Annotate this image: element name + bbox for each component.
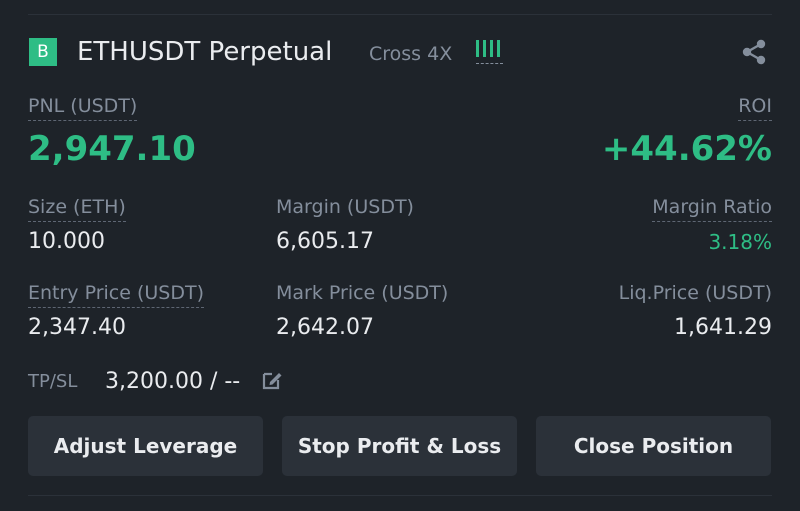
stop-profit-loss-button[interactable]: Stop Profit & Loss — [282, 416, 517, 476]
signal-bars-icon[interactable] — [476, 40, 504, 66]
share-icon[interactable] — [740, 38, 768, 66]
margin-ratio-value: 3.18% — [708, 230, 772, 254]
side-badge: B — [29, 38, 57, 66]
liq-price-label: Liq.Price (USDT) — [618, 282, 772, 304]
size-margin-row: Size (ETH) 10.000 Margin (USDT) 6,605.17… — [28, 194, 772, 258]
tpsl-value: 3,200.00 / -- — [105, 369, 241, 394]
pnl-label[interactable]: PNL (USDT) — [28, 93, 138, 121]
size-label[interactable]: Size (ETH) — [28, 194, 126, 222]
edit-icon[interactable] — [261, 369, 283, 391]
margin-value: 6,605.17 — [276, 229, 374, 254]
pnl-value: 2,947.10 — [28, 129, 196, 169]
roi-label[interactable]: ROI — [738, 93, 772, 121]
liq-price-value: 1,641.29 — [674, 315, 772, 340]
bottom-divider — [28, 495, 772, 496]
margin-mode-label[interactable]: Cross 4X — [369, 36, 452, 72]
margin-ratio-label[interactable]: Margin Ratio — [652, 194, 772, 222]
entry-price-label[interactable]: Entry Price (USDT) — [28, 280, 205, 308]
pnl-row: PNL (USDT) 2,947.10 ROI +44.62% — [28, 93, 772, 173]
entry-price-value: 2,347.40 — [28, 315, 126, 340]
position-symbol[interactable]: ETHUSDT Perpetual — [77, 34, 332, 70]
mark-price-label: Mark Price (USDT) — [276, 282, 449, 304]
roi-value: +44.62% — [601, 129, 772, 169]
mark-price-value: 2,642.07 — [276, 315, 374, 340]
close-position-button[interactable]: Close Position — [536, 416, 771, 476]
margin-label: Margin (USDT) — [276, 196, 414, 218]
adjust-leverage-button[interactable]: Adjust Leverage — [28, 416, 263, 476]
position-header: B ETHUSDT Perpetual Cross 4X — [28, 36, 772, 72]
tpsl-label: TP/SL — [28, 371, 78, 392]
top-divider — [28, 14, 772, 15]
price-row: Entry Price (USDT) 2,347.40 Mark Price (… — [28, 280, 772, 344]
size-value: 10.000 — [28, 229, 105, 254]
